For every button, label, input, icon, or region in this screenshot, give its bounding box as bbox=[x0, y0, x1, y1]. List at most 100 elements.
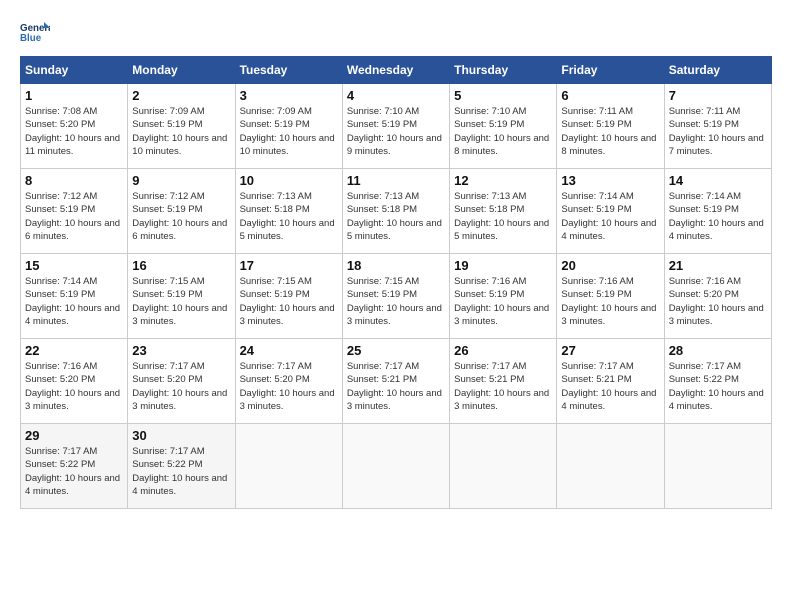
day-info: Sunrise: 7:17 AMSunset: 5:20 PMDaylight:… bbox=[132, 360, 230, 413]
day-info: Sunrise: 7:09 AMSunset: 5:19 PMDaylight:… bbox=[132, 105, 230, 158]
day-number: 29 bbox=[25, 428, 123, 443]
calendar-cell: 21 Sunrise: 7:16 AMSunset: 5:20 PMDayligh… bbox=[664, 254, 771, 339]
day-number: 12 bbox=[454, 173, 552, 188]
calendar-cell: 5Sunrise: 7:10 AMSunset: 5:19 PMDaylight… bbox=[450, 84, 557, 169]
day-number: 6 bbox=[561, 88, 659, 103]
day-info: Sunrise: 7:16 AMSunset: 5:19 PMDaylight:… bbox=[561, 275, 659, 328]
calendar-cell bbox=[235, 424, 342, 509]
calendar-week-2: 8 Sunrise: 7:12 AMSunset: 5:19 PMDaylight… bbox=[21, 169, 772, 254]
calendar-header-saturday: Saturday bbox=[664, 57, 771, 84]
calendar-header-friday: Friday bbox=[557, 57, 664, 84]
calendar-cell: 15 Sunrise: 7:14 AMSunset: 5:19 PMDayligh… bbox=[21, 254, 128, 339]
day-info: Sunrise: 7:13 AMSunset: 5:18 PMDaylight:… bbox=[240, 190, 338, 243]
day-number: 19 bbox=[454, 258, 552, 273]
day-info: Sunrise: 7:13 AMSunset: 5:18 PMDaylight:… bbox=[347, 190, 445, 243]
day-number: 21 bbox=[669, 258, 767, 273]
calendar-cell: 24 Sunrise: 7:17 AMSunset: 5:20 PMDayligh… bbox=[235, 339, 342, 424]
day-number: 17 bbox=[240, 258, 338, 273]
calendar-cell bbox=[664, 424, 771, 509]
day-number: 24 bbox=[240, 343, 338, 358]
calendar-cell: 13 Sunrise: 7:14 AMSunset: 5:19 PMDayligh… bbox=[557, 169, 664, 254]
day-number: 22 bbox=[25, 343, 123, 358]
day-info: Sunrise: 7:15 AMSunset: 5:19 PMDaylight:… bbox=[347, 275, 445, 328]
day-number: 13 bbox=[561, 173, 659, 188]
day-info: Sunrise: 7:12 AMSunset: 5:19 PMDaylight:… bbox=[25, 190, 123, 243]
calendar-cell: 1Sunrise: 7:08 AMSunset: 5:20 PMDaylight… bbox=[21, 84, 128, 169]
day-info: Sunrise: 7:10 AMSunset: 5:19 PMDaylight:… bbox=[347, 105, 445, 158]
day-info: Sunrise: 7:16 AMSunset: 5:20 PMDaylight:… bbox=[25, 360, 123, 413]
day-number: 15 bbox=[25, 258, 123, 273]
day-number: 30 bbox=[132, 428, 230, 443]
calendar-week-5: 29 Sunrise: 7:17 AMSunset: 5:22 PMDayligh… bbox=[21, 424, 772, 509]
day-number: 26 bbox=[454, 343, 552, 358]
calendar-header-tuesday: Tuesday bbox=[235, 57, 342, 84]
calendar-cell: 10 Sunrise: 7:13 AMSunset: 5:18 PMDayligh… bbox=[235, 169, 342, 254]
day-number: 14 bbox=[669, 173, 767, 188]
day-number: 11 bbox=[347, 173, 445, 188]
calendar-week-3: 15 Sunrise: 7:14 AMSunset: 5:19 PMDayligh… bbox=[21, 254, 772, 339]
calendar-cell: 28Sunrise: 7:17 AMSunset: 5:22 PMDayligh… bbox=[664, 339, 771, 424]
calendar-cell bbox=[342, 424, 449, 509]
calendar-week-4: 22 Sunrise: 7:16 AMSunset: 5:20 PMDayligh… bbox=[21, 339, 772, 424]
calendar-cell: 27 Sunrise: 7:17 AMSunset: 5:21 PMDayligh… bbox=[557, 339, 664, 424]
day-number: 28 bbox=[669, 343, 767, 358]
day-number: 16 bbox=[132, 258, 230, 273]
calendar-cell: 8 Sunrise: 7:12 AMSunset: 5:19 PMDaylight… bbox=[21, 169, 128, 254]
day-number: 10 bbox=[240, 173, 338, 188]
calendar-cell: 7Sunrise: 7:11 AMSunset: 5:19 PMDaylight… bbox=[664, 84, 771, 169]
day-info: Sunrise: 7:16 AMSunset: 5:19 PMDaylight:… bbox=[454, 275, 552, 328]
calendar-cell bbox=[557, 424, 664, 509]
svg-text:Blue: Blue bbox=[20, 33, 42, 44]
day-number: 2 bbox=[132, 88, 230, 103]
calendar-header-thursday: Thursday bbox=[450, 57, 557, 84]
calendar-cell: 12 Sunrise: 7:13 AMSunset: 5:18 PMDayligh… bbox=[450, 169, 557, 254]
calendar-cell: 9 Sunrise: 7:12 AMSunset: 5:19 PMDaylight… bbox=[128, 169, 235, 254]
day-info: Sunrise: 7:17 AMSunset: 5:21 PMDaylight:… bbox=[347, 360, 445, 413]
day-number: 25 bbox=[347, 343, 445, 358]
day-info: Sunrise: 7:14 AMSunset: 5:19 PMDaylight:… bbox=[25, 275, 123, 328]
calendar-cell: 20Sunrise: 7:16 AMSunset: 5:19 PMDayligh… bbox=[557, 254, 664, 339]
day-number: 3 bbox=[240, 88, 338, 103]
calendar-cell: 25 Sunrise: 7:17 AMSunset: 5:21 PMDayligh… bbox=[342, 339, 449, 424]
day-info: Sunrise: 7:14 AMSunset: 5:19 PMDaylight:… bbox=[669, 190, 767, 243]
calendar-cell: 4 Sunrise: 7:10 AMSunset: 5:19 PMDaylight… bbox=[342, 84, 449, 169]
day-number: 5 bbox=[454, 88, 552, 103]
logo: General Blue bbox=[20, 20, 54, 48]
calendar-week-1: 1Sunrise: 7:08 AMSunset: 5:20 PMDaylight… bbox=[21, 84, 772, 169]
day-info: Sunrise: 7:17 AMSunset: 5:21 PMDaylight:… bbox=[561, 360, 659, 413]
day-info: Sunrise: 7:17 AMSunset: 5:20 PMDaylight:… bbox=[240, 360, 338, 413]
day-info: Sunrise: 7:12 AMSunset: 5:19 PMDaylight:… bbox=[132, 190, 230, 243]
day-info: Sunrise: 7:17 AMSunset: 5:22 PMDaylight:… bbox=[132, 445, 230, 498]
day-number: 9 bbox=[132, 173, 230, 188]
day-info: Sunrise: 7:17 AMSunset: 5:21 PMDaylight:… bbox=[454, 360, 552, 413]
day-info: Sunrise: 7:17 AMSunset: 5:22 PMDaylight:… bbox=[25, 445, 123, 498]
day-info: Sunrise: 7:14 AMSunset: 5:19 PMDaylight:… bbox=[561, 190, 659, 243]
calendar-cell: 18 Sunrise: 7:15 AMSunset: 5:19 PMDayligh… bbox=[342, 254, 449, 339]
day-info: Sunrise: 7:16 AMSunset: 5:20 PMDaylight:… bbox=[669, 275, 767, 328]
day-number: 23 bbox=[132, 343, 230, 358]
day-number: 27 bbox=[561, 343, 659, 358]
calendar-cell: 30 Sunrise: 7:17 AMSunset: 5:22 PMDayligh… bbox=[128, 424, 235, 509]
calendar-header-monday: Monday bbox=[128, 57, 235, 84]
day-info: Sunrise: 7:15 AMSunset: 5:19 PMDaylight:… bbox=[132, 275, 230, 328]
day-info: Sunrise: 7:09 AMSunset: 5:19 PMDaylight:… bbox=[240, 105, 338, 158]
day-number: 1 bbox=[25, 88, 123, 103]
calendar-cell bbox=[450, 424, 557, 509]
day-number: 7 bbox=[669, 88, 767, 103]
day-number: 8 bbox=[25, 173, 123, 188]
page-header: General Blue bbox=[20, 20, 772, 48]
calendar-cell: 14 Sunrise: 7:14 AMSunset: 5:19 PMDayligh… bbox=[664, 169, 771, 254]
calendar-cell: 3 Sunrise: 7:09 AMSunset: 5:19 PMDaylight… bbox=[235, 84, 342, 169]
calendar-cell: 26 Sunrise: 7:17 AMSunset: 5:21 PMDayligh… bbox=[450, 339, 557, 424]
calendar-cell: 11 Sunrise: 7:13 AMSunset: 5:18 PMDayligh… bbox=[342, 169, 449, 254]
calendar-cell: 6 Sunrise: 7:11 AMSunset: 5:19 PMDaylight… bbox=[557, 84, 664, 169]
day-number: 4 bbox=[347, 88, 445, 103]
calendar-cell: 22 Sunrise: 7:16 AMSunset: 5:20 PMDayligh… bbox=[21, 339, 128, 424]
calendar-cell: 16 Sunrise: 7:15 AMSunset: 5:19 PMDayligh… bbox=[128, 254, 235, 339]
calendar-table: SundayMondayTuesdayWednesdayThursdayFrid… bbox=[20, 56, 772, 509]
day-info: Sunrise: 7:13 AMSunset: 5:18 PMDaylight:… bbox=[454, 190, 552, 243]
day-number: 18 bbox=[347, 258, 445, 273]
day-info: Sunrise: 7:15 AMSunset: 5:19 PMDaylight:… bbox=[240, 275, 338, 328]
day-info: Sunrise: 7:11 AMSunset: 5:19 PMDaylight:… bbox=[561, 105, 659, 158]
calendar-cell: 17 Sunrise: 7:15 AMSunset: 5:19 PMDayligh… bbox=[235, 254, 342, 339]
